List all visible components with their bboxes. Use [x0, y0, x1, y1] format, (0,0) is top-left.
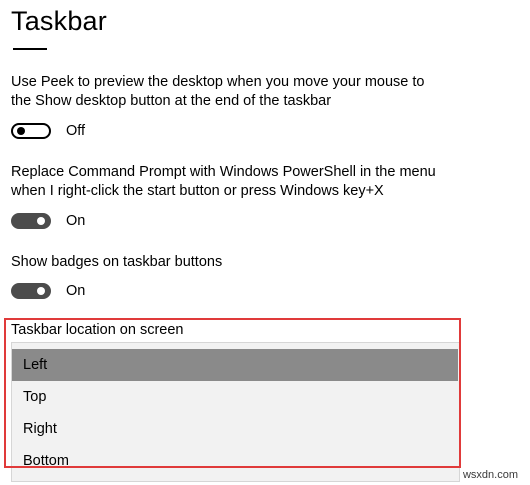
watermark: wsxdn.com	[462, 469, 518, 481]
powershell-toggle-switch[interactable]	[11, 213, 51, 229]
taskbar-location-dropdown-list[interactable]: Left Top Right Bottom	[11, 342, 460, 482]
toggle-knob	[37, 217, 45, 225]
location-option-top[interactable]: Top	[12, 381, 458, 413]
badges-toggle-switch[interactable]	[11, 283, 51, 299]
powershell-toggle-row: On	[11, 210, 85, 232]
location-option-left[interactable]: Left	[12, 349, 458, 381]
title-underline	[13, 48, 47, 50]
location-option-bottom[interactable]: Bottom	[12, 445, 458, 477]
powershell-toggle-label: On	[66, 213, 86, 229]
peek-toggle-switch[interactable]	[11, 123, 51, 139]
peek-description-line1: Use Peek to preview the desktop when you…	[11, 74, 425, 90]
peek-toggle-label: Off	[66, 123, 86, 139]
toggle-knob	[17, 127, 25, 135]
badges-toggle-label: On	[66, 283, 86, 299]
badges-toggle-row: On	[11, 280, 85, 302]
peek-description-line2: the Show desktop button at the end of th…	[11, 93, 332, 109]
powershell-description-line2: when I right-click the start button or p…	[11, 183, 384, 199]
powershell-description-line1: Replace Command Prompt with Windows Powe…	[11, 164, 436, 180]
page-title: Taskbar	[11, 6, 107, 36]
location-option-right[interactable]: Right	[12, 413, 458, 445]
badges-description: Show badges on taskbar buttons	[11, 254, 223, 270]
taskbar-location-label: Taskbar location on screen	[11, 322, 184, 338]
peek-toggle-row: Off	[11, 120, 85, 142]
toggle-knob	[37, 287, 45, 295]
